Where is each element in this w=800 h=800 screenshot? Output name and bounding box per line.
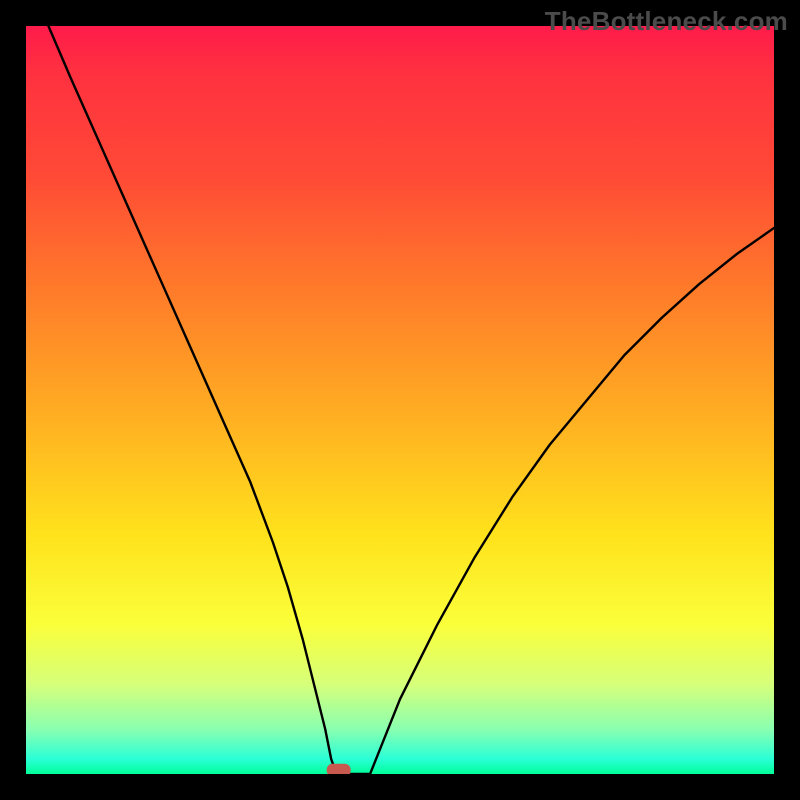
optimum-marker	[327, 764, 351, 774]
curve-plot	[26, 26, 774, 774]
chart-frame: TheBottleneck.com	[0, 0, 800, 800]
plot-area	[26, 26, 774, 774]
watermark-text: TheBottleneck.com	[545, 6, 788, 37]
bottleneck-curve	[48, 26, 774, 774]
